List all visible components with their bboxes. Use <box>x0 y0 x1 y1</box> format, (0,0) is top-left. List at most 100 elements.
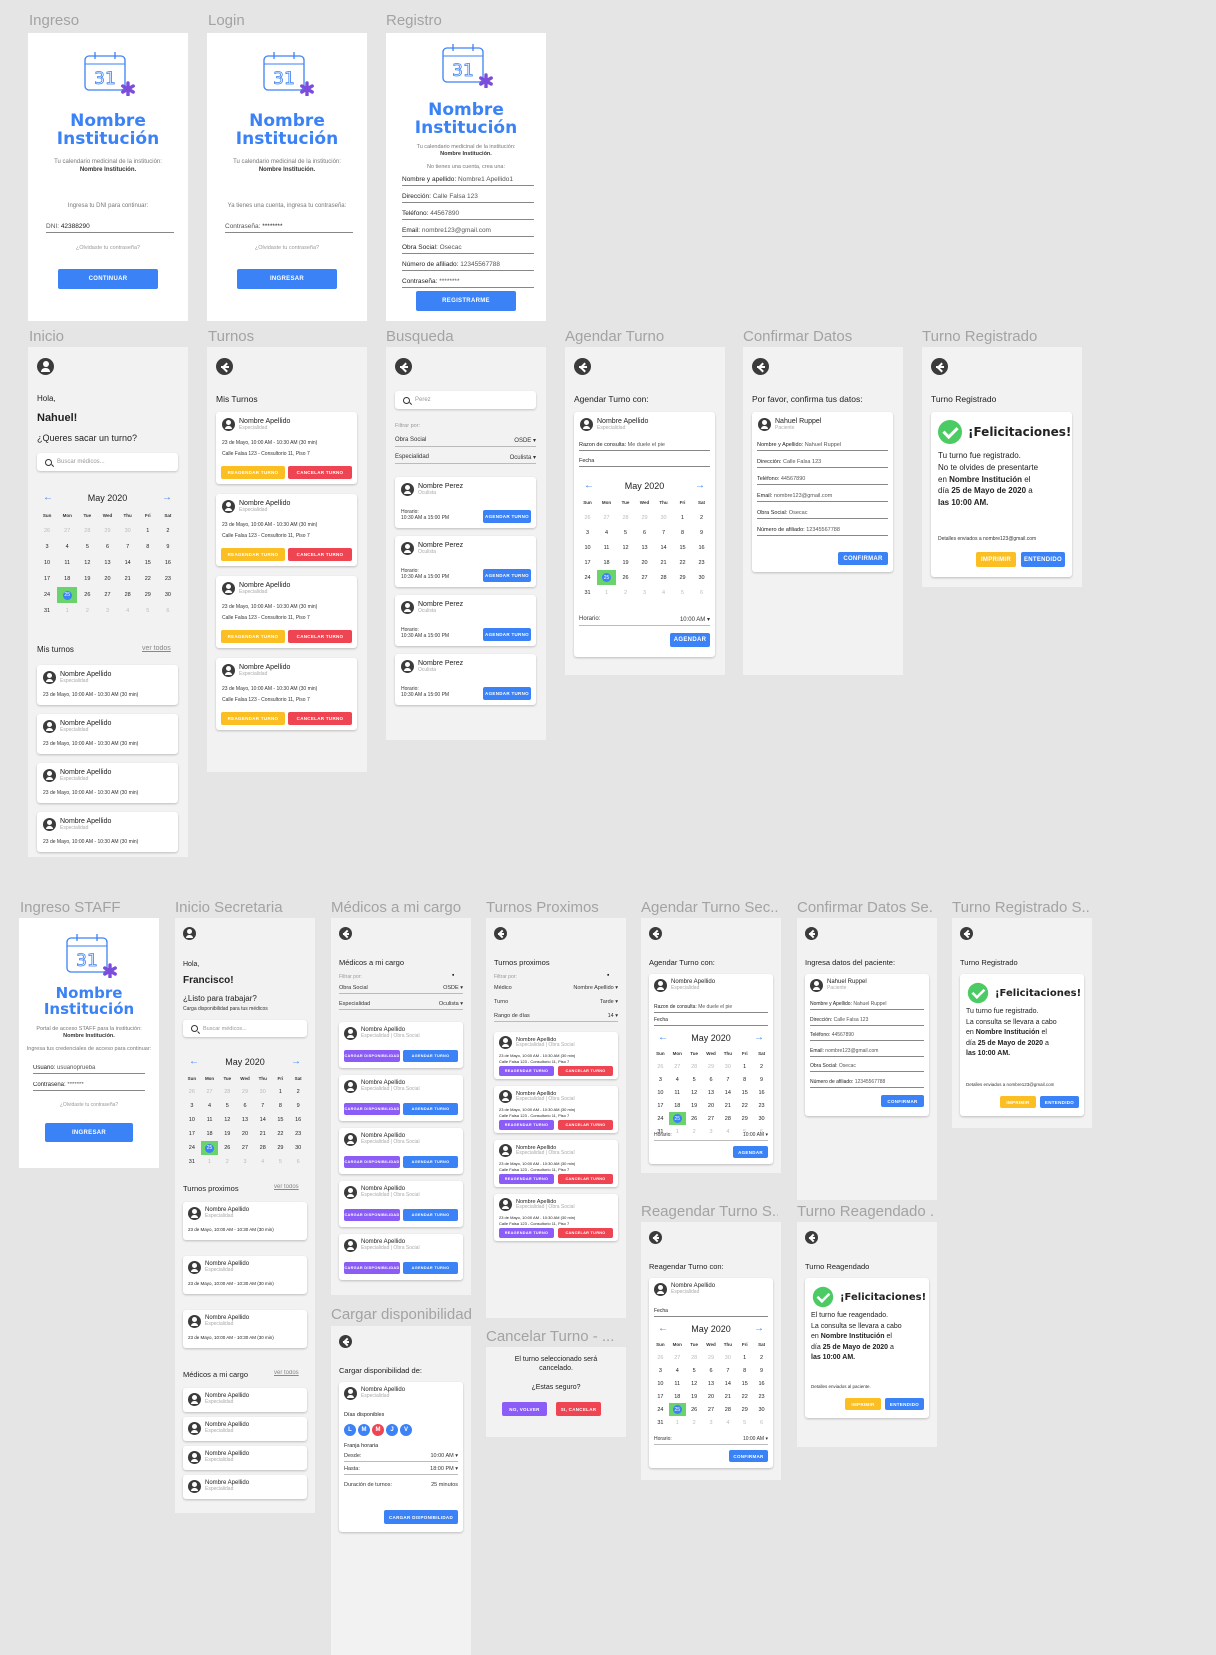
calendar-day[interactable]: 26 <box>37 523 57 539</box>
razon-field[interactable]: Razon de consulta: Me duele el pie <box>579 442 710 451</box>
confirm-field[interactable]: Teléfono: 44567890 <box>757 476 888 485</box>
cancel-button[interactable]: Cancelar turno <box>558 1174 613 1184</box>
calendar-day[interactable]: 30 <box>254 1085 272 1099</box>
calendar-day[interactable]: 1 <box>669 1416 686 1429</box>
calendar-day[interactable]: 2 <box>692 510 711 525</box>
calendar-day[interactable]: 2 <box>753 1351 770 1364</box>
user-field[interactable]: Usuario: usuarioprueba <box>33 1065 145 1074</box>
calendar-day[interactable]: 3 <box>37 539 57 555</box>
load-availability-button[interactable]: Cargar disponibilidad <box>344 1103 400 1115</box>
calendar-day[interactable]: 13 <box>97 555 117 571</box>
calendar-day[interactable]: 18 <box>669 1099 686 1112</box>
calendar-day[interactable]: 14 <box>654 540 673 555</box>
day-toggle[interactable]: V <box>400 1424 412 1436</box>
calendar-day[interactable]: 4 <box>669 1073 686 1086</box>
understood-button[interactable]: Entendido <box>885 1398 924 1410</box>
calendar-day[interactable]: 24 <box>578 570 597 585</box>
calendar-day[interactable]: 31 <box>652 1416 669 1429</box>
calendar-day[interactable]: 24 <box>183 1141 201 1155</box>
calendar-day[interactable]: 29 <box>736 1112 753 1125</box>
fecha-field[interactable]: Fecha <box>654 1017 768 1026</box>
calendar-day[interactable]: 16 <box>158 555 178 571</box>
confirm-button[interactable]: Confirmar <box>729 1450 768 1462</box>
calendar-day[interactable]: 16 <box>753 1377 770 1390</box>
field-email[interactable]: Email: nombre123@gmail.com <box>402 227 534 237</box>
confirm-field[interactable]: Obra Social: Osecac <box>757 510 888 519</box>
calendar-day[interactable]: 27 <box>201 1085 219 1099</box>
calendar-day[interactable]: 2 <box>753 1060 770 1073</box>
calendar[interactable]: ← May 2020 → Sun Mon Tue Wed Thu Fri Sat 26 27 28 29 3… <box>652 1323 770 1429</box>
reschedule-button[interactable]: Reagendar turno <box>221 630 285 643</box>
calendar-day[interactable]: 13 <box>236 1113 254 1127</box>
book-button[interactable]: Agendar turno <box>483 687 531 700</box>
confirm-field[interactable]: Dirección: Calle Falsa 123 <box>810 1017 924 1026</box>
calendar-day[interactable]: 30 <box>654 510 673 525</box>
search-box[interactable]: Buscar médicos... <box>37 453 178 471</box>
confirm-field[interactable]: Email: nombre123@gmail.com <box>810 1048 924 1057</box>
calendar-day[interactable]: 18 <box>201 1127 219 1141</box>
calendar-day[interactable]: 13 <box>703 1086 720 1099</box>
calendar-day[interactable]: 28 <box>686 1351 703 1364</box>
calendar-day[interactable]: 9 <box>753 1073 770 1086</box>
calendar-day[interactable]: 28 <box>254 1141 272 1155</box>
forgot-password-link[interactable]: ¿Olvidaste tu contraseña? <box>19 1102 159 1108</box>
calendar-day[interactable]: 20 <box>635 555 654 570</box>
calendar-day[interactable]: 8 <box>673 525 692 540</box>
calendar-day[interactable]: 27 <box>703 1112 720 1125</box>
see-all-link[interactable]: ver todos <box>274 1184 299 1190</box>
calendar-day[interactable]: 19 <box>616 555 635 570</box>
back-icon[interactable] <box>649 1231 662 1244</box>
calendar-day[interactable]: 29 <box>703 1351 720 1364</box>
calendar-day[interactable]: 29 <box>138 587 158 603</box>
selected-day[interactable]: 25 <box>668 1403 686 1416</box>
calendar-day[interactable]: 4 <box>57 539 77 555</box>
calendar-day[interactable]: 4 <box>654 585 673 600</box>
confirm-field[interactable]: Obra Social: Osecac <box>810 1063 924 1072</box>
calendar-day[interactable]: 6 <box>703 1073 720 1086</box>
selected-day[interactable]: 25 <box>57 587 78 603</box>
calendar-day[interactable]: 5 <box>673 585 692 600</box>
back-icon[interactable] <box>339 927 352 940</box>
calendar-day[interactable]: 4 <box>201 1099 219 1113</box>
razon-field[interactable]: Razon de consulta: Me duele el pie <box>654 1004 768 1013</box>
confirm-field[interactable]: Nombre y Apellido: Nahuel Ruppel <box>757 442 888 451</box>
calendar-day[interactable]: 14 <box>254 1113 272 1127</box>
load-availability-button[interactable]: Cargar disponibilidad <box>384 1510 458 1524</box>
agendar-button[interactable]: Agendar <box>670 633 710 647</box>
calendar-day[interactable]: 11 <box>201 1113 219 1127</box>
doctor-card[interactable]: Nombre Perez Oculista Horario: 10:30 AM a … <box>395 536 536 587</box>
back-icon[interactable] <box>752 358 769 375</box>
calendar-day[interactable]: 5 <box>686 1073 703 1086</box>
calendar-day[interactable]: 15 <box>736 1086 753 1099</box>
calendar-day[interactable]: 19 <box>77 571 97 587</box>
calendar-day[interactable]: 3 <box>183 1099 201 1113</box>
calendar-day[interactable]: 21 <box>654 555 673 570</box>
appointment-card[interactable]: Nombre Apellido Especialidad 23 de Mayo, … <box>37 714 178 754</box>
calendar-day[interactable]: 12 <box>77 555 97 571</box>
calendar-day[interactable]: 2 <box>218 1155 236 1169</box>
filter-obra-social[interactable]: Obra Social OSDE ▾ <box>395 437 536 447</box>
calendar-day[interactable]: 30 <box>753 1112 770 1125</box>
calendar-day[interactable]: 14 <box>719 1086 736 1099</box>
calendar-day[interactable]: 7 <box>118 539 138 555</box>
calendar-day[interactable]: 2 <box>686 1416 703 1429</box>
calendar[interactable]: ← May 2020 → Sun Mon Tue Wed Thu Fri Sat 26 27 28 29 3… <box>37 492 178 619</box>
calendar-day[interactable]: 29 <box>673 570 692 585</box>
reschedule-button[interactable]: Reagendar turno <box>221 712 285 725</box>
forgot-password-link[interactable]: ¿Olvidaste tu contraseña? <box>207 245 367 251</box>
load-availability-button[interactable]: Cargar disponibilidad <box>344 1209 400 1221</box>
calendar-day[interactable]: 10 <box>652 1086 669 1099</box>
calendar-day[interactable]: 12 <box>686 1377 703 1390</box>
calendar-day[interactable]: 9 <box>692 525 711 540</box>
calendar-day[interactable]: 23 <box>158 571 178 587</box>
calendar-day[interactable]: 26 <box>686 1112 703 1125</box>
next-month-icon[interactable]: → <box>754 1032 764 1043</box>
calendar-day[interactable]: 6 <box>692 585 711 600</box>
book-button[interactable]: Agendar turno <box>403 1156 458 1168</box>
day-toggle[interactable]: L <box>344 1424 356 1436</box>
reschedule-button[interactable]: Reagendar turno <box>499 1228 554 1238</box>
calendar-day[interactable]: 1 <box>57 603 77 619</box>
calendar-day[interactable]: 10 <box>578 540 597 555</box>
calendar-day[interactable]: 29 <box>635 510 654 525</box>
fecha-field[interactable]: Fecha <box>654 1308 768 1317</box>
